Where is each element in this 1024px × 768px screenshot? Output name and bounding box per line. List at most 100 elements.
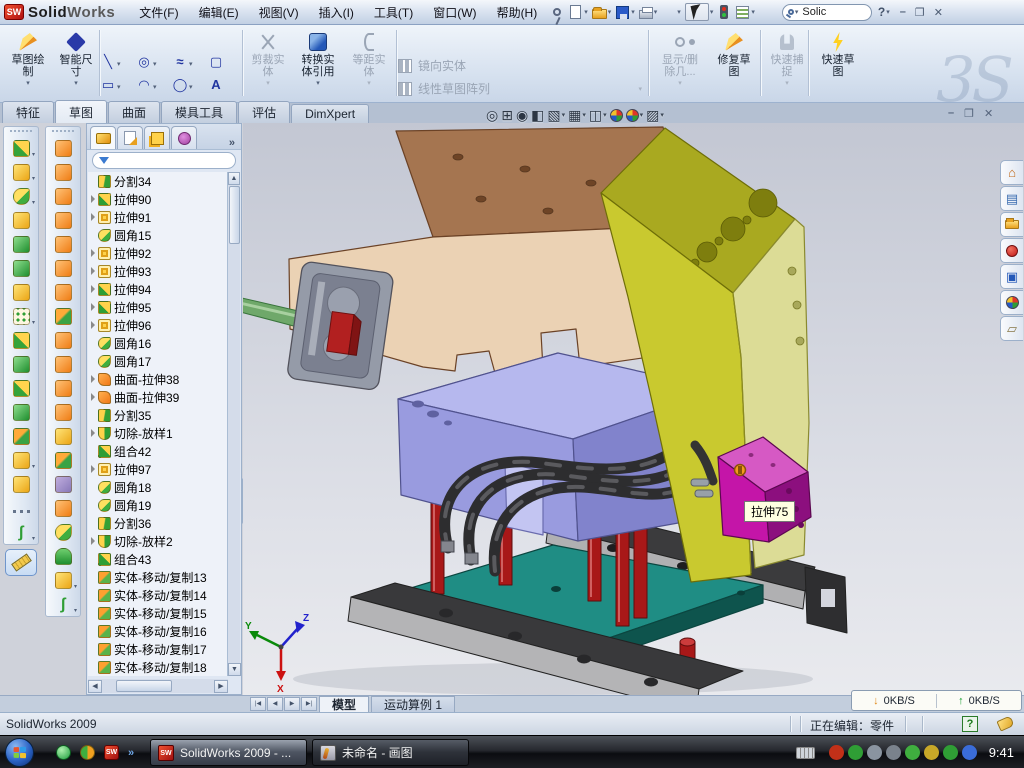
chevron-down-icon[interactable]: ▾	[292, 79, 344, 87]
first-tab-button[interactable]: |◀	[250, 697, 266, 711]
launcher-icon[interactable]	[80, 745, 95, 760]
rapid-sketch-button[interactable]: 快速草 图	[812, 28, 864, 98]
tree-item[interactable]: 曲面-拉伸38	[88, 370, 228, 388]
expander-icon[interactable]	[88, 195, 98, 203]
tab-DimXpert[interactable]: DimXpert	[291, 104, 369, 123]
tree-item[interactable]: 实体-移动/复制14	[88, 586, 228, 604]
file-explorer-tab[interactable]	[1000, 212, 1023, 237]
tree-item[interactable]: 拉伸92	[88, 244, 228, 262]
scroll-left-button[interactable]: ◀	[88, 680, 102, 693]
surface-fillet-button[interactable]	[50, 352, 76, 376]
menu-插入(I)[interactable]: 插入(I)	[309, 1, 364, 24]
zoom-area-button[interactable]: ⊞	[501, 107, 513, 124]
help-button[interactable]: ?	[878, 5, 885, 19]
taskbar-clock[interactable]: 9:41	[989, 745, 1014, 760]
tree-item[interactable]: 圆角16	[88, 334, 228, 352]
wrap-button[interactable]	[8, 280, 34, 304]
menu-视图(V)[interactable]: 视图(V)	[249, 1, 309, 24]
tree-item[interactable]: 分割35	[88, 406, 228, 424]
start-button[interactable]	[5, 738, 34, 767]
solidworks-quicklaunch-icon[interactable]: SW	[104, 745, 119, 760]
antivirus-shield-icon[interactable]	[848, 745, 863, 760]
view-palette-tab[interactable]	[1000, 238, 1023, 263]
chevron-down-icon[interactable]: ▾	[153, 83, 157, 91]
fillet-button[interactable]: ▾	[8, 184, 34, 208]
chevron-down-icon[interactable]: ▾	[562, 111, 566, 119]
tree-item[interactable]: 圆角15	[88, 226, 228, 244]
chevron-down-icon[interactable]: ▾	[153, 60, 157, 68]
extend-surface-button[interactable]	[50, 448, 76, 472]
tree-horizontal-scrollbar[interactable]: ◀ ▶	[88, 679, 228, 693]
tree-item[interactable]: 拉伸90	[88, 190, 228, 208]
select-arrow-button[interactable]: ▾	[684, 3, 715, 22]
lofted-surface-button[interactable]	[50, 208, 76, 232]
security-center-icon[interactable]	[829, 745, 844, 760]
rib-button[interactable]	[8, 328, 34, 352]
chevron-down-icon[interactable]: ▾	[32, 175, 35, 182]
tree-item[interactable]: 拉伸93	[88, 262, 228, 280]
quick-tips-button[interactable]: ?	[962, 716, 978, 732]
zoom-selection-button[interactable]: ◉	[516, 107, 528, 124]
quick-launch-overflow[interactable]: »	[128, 747, 134, 759]
pattern-button[interactable]: ▾	[8, 304, 34, 328]
expander-icon[interactable]	[88, 249, 98, 257]
scenes-tab[interactable]	[1000, 290, 1023, 315]
menu-帮助(H)[interactable]: 帮助(H)	[487, 1, 548, 24]
extruded-surface-button[interactable]	[50, 136, 76, 160]
sync-icon[interactable]	[905, 745, 920, 760]
expander-icon[interactable]	[88, 303, 98, 311]
scene-button[interactable]: ▾	[626, 109, 644, 122]
doc-tab-模型[interactable]: 模型	[319, 696, 369, 712]
chevron-down-icon[interactable]: ▾	[677, 8, 681, 16]
line-icon[interactable]: ╲	[100, 54, 116, 70]
tree-item[interactable]: 拉伸95	[88, 298, 228, 316]
extruded-boss-button[interactable]: ▾	[8, 136, 34, 160]
annotation-button[interactable]: ▨▾	[646, 107, 664, 124]
swept-boss-button[interactable]	[8, 208, 34, 232]
doc-close-button[interactable]: ✕	[984, 107, 993, 120]
revolved-boss-button[interactable]: ▾	[8, 160, 34, 184]
macro-button[interactable]	[758, 3, 778, 22]
volume-icon[interactable]	[886, 745, 901, 760]
pin-button[interactable]	[549, 3, 565, 22]
ruled-surface-button[interactable]	[50, 304, 76, 328]
doc-minimize-button[interactable]: –	[948, 107, 954, 120]
chevron-down-icon[interactable]: ▾	[74, 607, 77, 614]
chevron-down-icon[interactable]: ▾	[32, 463, 35, 470]
chevron-down-icon[interactable]: ▾	[32, 151, 35, 158]
solidworks-resources-tab[interactable]: ⌂	[1000, 160, 1023, 185]
expander-icon[interactable]	[88, 465, 98, 473]
select-box-icon[interactable]: ▢	[208, 54, 224, 70]
print-button[interactable]: ▾	[638, 3, 659, 22]
configurationmanager-tab[interactable]	[144, 126, 170, 149]
network-blocked-icon[interactable]	[962, 745, 977, 760]
tree-item[interactable]: 曲面-拉伸39	[88, 388, 228, 406]
save-button[interactable]: ▾	[614, 3, 636, 22]
chevron-down-icon[interactable]: ▾	[584, 8, 588, 16]
chevron-down-icon[interactable]: ▾	[654, 8, 658, 16]
chevron-down-icon[interactable]: ▾	[189, 83, 193, 91]
tree-item[interactable]: 拉伸94	[88, 280, 228, 298]
new-document-button[interactable]: ▾	[567, 3, 589, 22]
curve-button[interactable]: ʃ▾	[50, 592, 76, 616]
combine-button[interactable]	[8, 400, 34, 424]
menu-工具(T)[interactable]: 工具(T)	[364, 1, 423, 24]
open-button[interactable]: ▾	[591, 3, 613, 22]
tab-草图[interactable]: 草图	[55, 100, 107, 123]
text-icon[interactable]: A	[208, 77, 224, 93]
chevron-down-icon[interactable]: ▾	[608, 8, 612, 16]
section-view-button[interactable]: ◧	[531, 107, 544, 124]
replace-face-button[interactable]	[50, 400, 76, 424]
reference-geometry-button[interactable]	[8, 496, 34, 520]
scroll-thumb[interactable]	[116, 680, 172, 692]
chevron-down-icon[interactable]: ▾	[32, 199, 35, 206]
taskbar-window-1[interactable]: SWSolidWorks 2009 - ...	[150, 739, 307, 766]
dome-button[interactable]	[50, 544, 76, 568]
chevron-down-icon[interactable]: ▾	[117, 83, 121, 91]
graphics-area[interactable]: Y Z X	[243, 123, 1024, 695]
swept-surface-button[interactable]	[50, 184, 76, 208]
revolved-surface-button[interactable]	[50, 160, 76, 184]
insert-feature-button[interactable]: ▾	[8, 448, 34, 472]
tree-item[interactable]: 拉伸91	[88, 208, 228, 226]
prev-tab-button[interactable]: ◀	[267, 697, 283, 711]
